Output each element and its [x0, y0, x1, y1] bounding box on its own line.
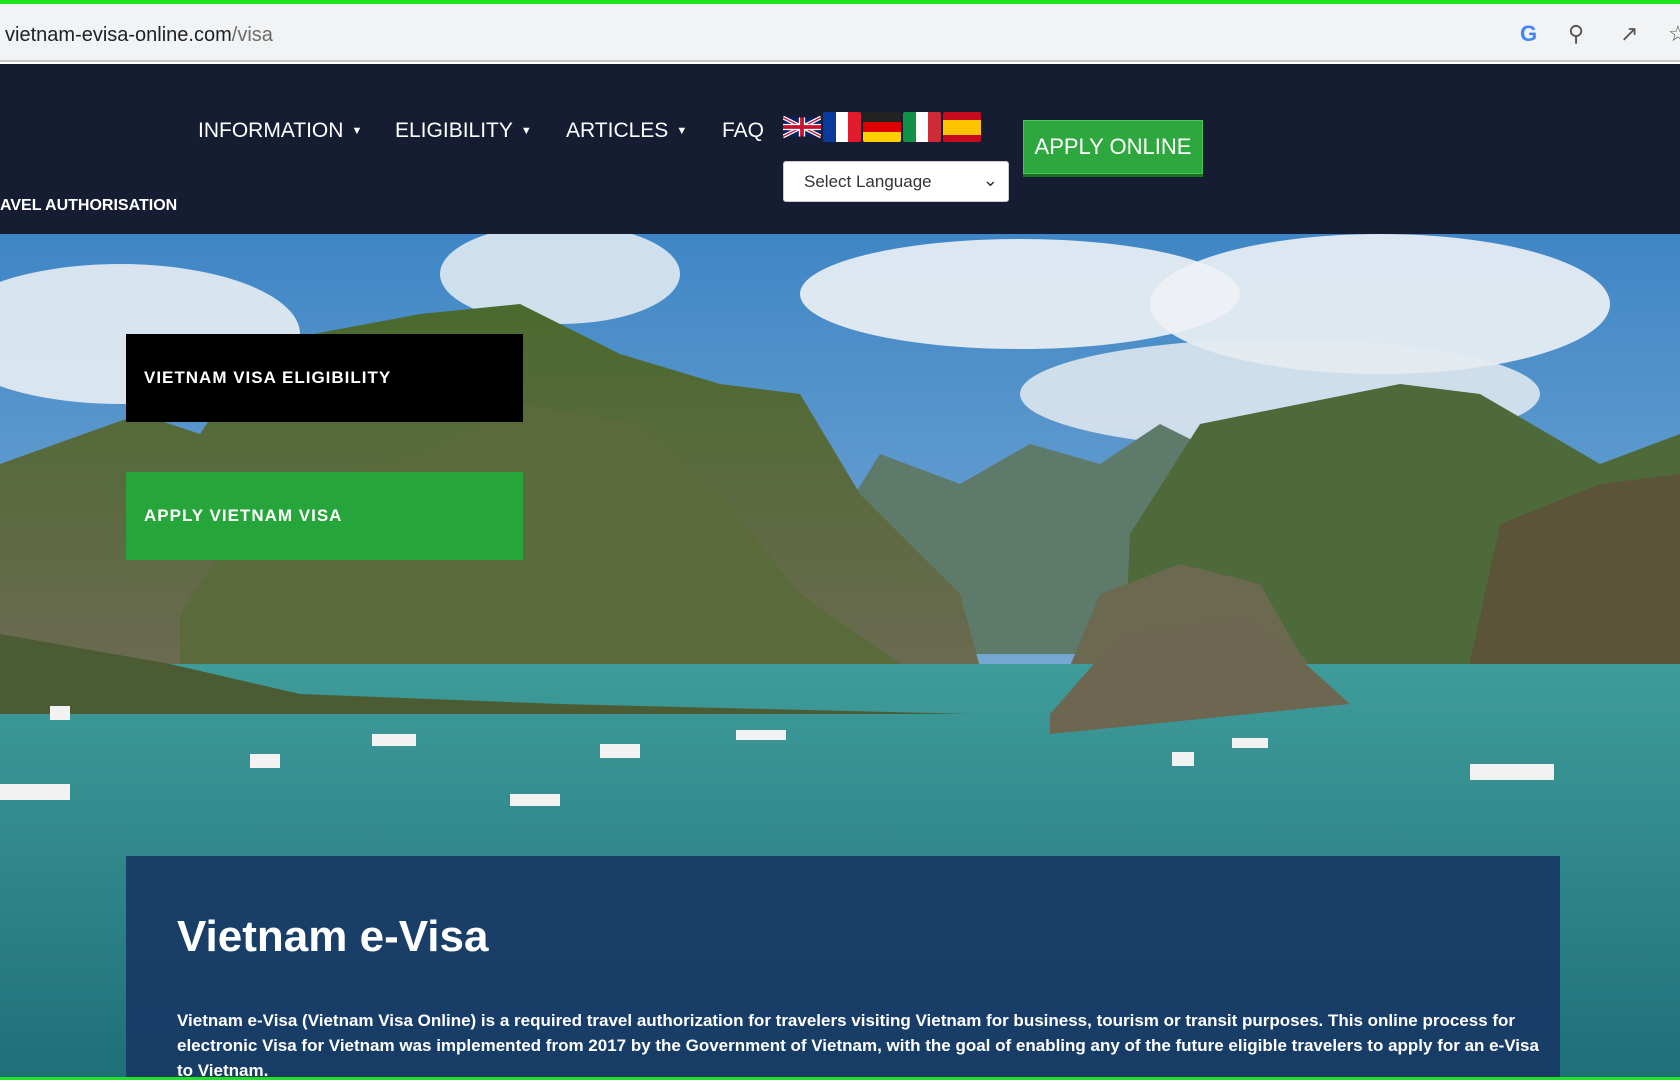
nav-articles[interactable]: ARTICLES ▼	[566, 119, 687, 143]
nav-label: FAQ	[722, 119, 765, 142]
flag-italy-icon[interactable]	[903, 112, 941, 142]
site-header: INFORMATION ▼ ELIGIBILITY ▼ ARTICLES ▼ FAQ …	[0, 64, 1680, 234]
star-icon[interactable]: ☆	[1668, 21, 1680, 47]
caret-down-icon: ▼	[520, 125, 532, 138]
flag-uk-icon[interactable]	[783, 112, 821, 142]
page-title: Vietnam e-Visa	[177, 912, 489, 961]
url-host: vietnam-evisa-online.com	[5, 24, 232, 46]
address-bar[interactable]: vietnam-evisa-online.com/visa G ⚲ ↗ ☆	[0, 4, 1680, 62]
flag-germany-icon[interactable]	[863, 112, 901, 142]
google-icon[interactable]: G	[1520, 21, 1537, 47]
caret-down-icon: ▼	[351, 125, 363, 138]
language-select-value: Select Language	[804, 172, 932, 191]
apply-online-button[interactable]: APPLY ONLINE	[1023, 120, 1203, 174]
intro-paragraph: Vietnam e-Visa (Vietnam Visa Online) is …	[177, 1011, 1539, 1080]
nav-label: ARTICLES	[566, 119, 669, 142]
nav-faq[interactable]: FAQ	[722, 119, 764, 143]
nav-eligibility[interactable]: ELIGIBILITY ▼	[395, 119, 532, 143]
apply-vietnam-visa-button[interactable]: APPLY VIETNAM VISA	[126, 472, 523, 560]
nav-label: ELIGIBILITY	[395, 119, 513, 142]
site-tagline: AVEL AUTHORISATION	[0, 197, 178, 214]
chevron-down-icon: ⌄	[982, 170, 998, 190]
url-path: /visa	[231, 24, 273, 46]
flag-france-icon[interactable]	[823, 112, 861, 142]
flag-spain-icon[interactable]	[943, 112, 981, 142]
nav-information[interactable]: INFORMATION ▼	[198, 119, 362, 143]
url-text[interactable]: vietnam-evisa-online.com/visa	[5, 24, 273, 47]
caret-down-icon: ▼	[676, 125, 688, 138]
zoom-icon[interactable]: ⚲	[1568, 21, 1584, 47]
nav-label: INFORMATION	[198, 119, 344, 142]
share-icon[interactable]: ↗	[1620, 21, 1638, 47]
language-select[interactable]: Select Language ⌄	[783, 161, 1009, 202]
language-flags	[783, 112, 981, 142]
visa-eligibility-button[interactable]: VIETNAM VISA ELIGIBILITY	[126, 334, 523, 422]
intro-panel: Vietnam e-Visa Vietnam e-Visa (Vietnam V…	[126, 856, 1560, 1080]
